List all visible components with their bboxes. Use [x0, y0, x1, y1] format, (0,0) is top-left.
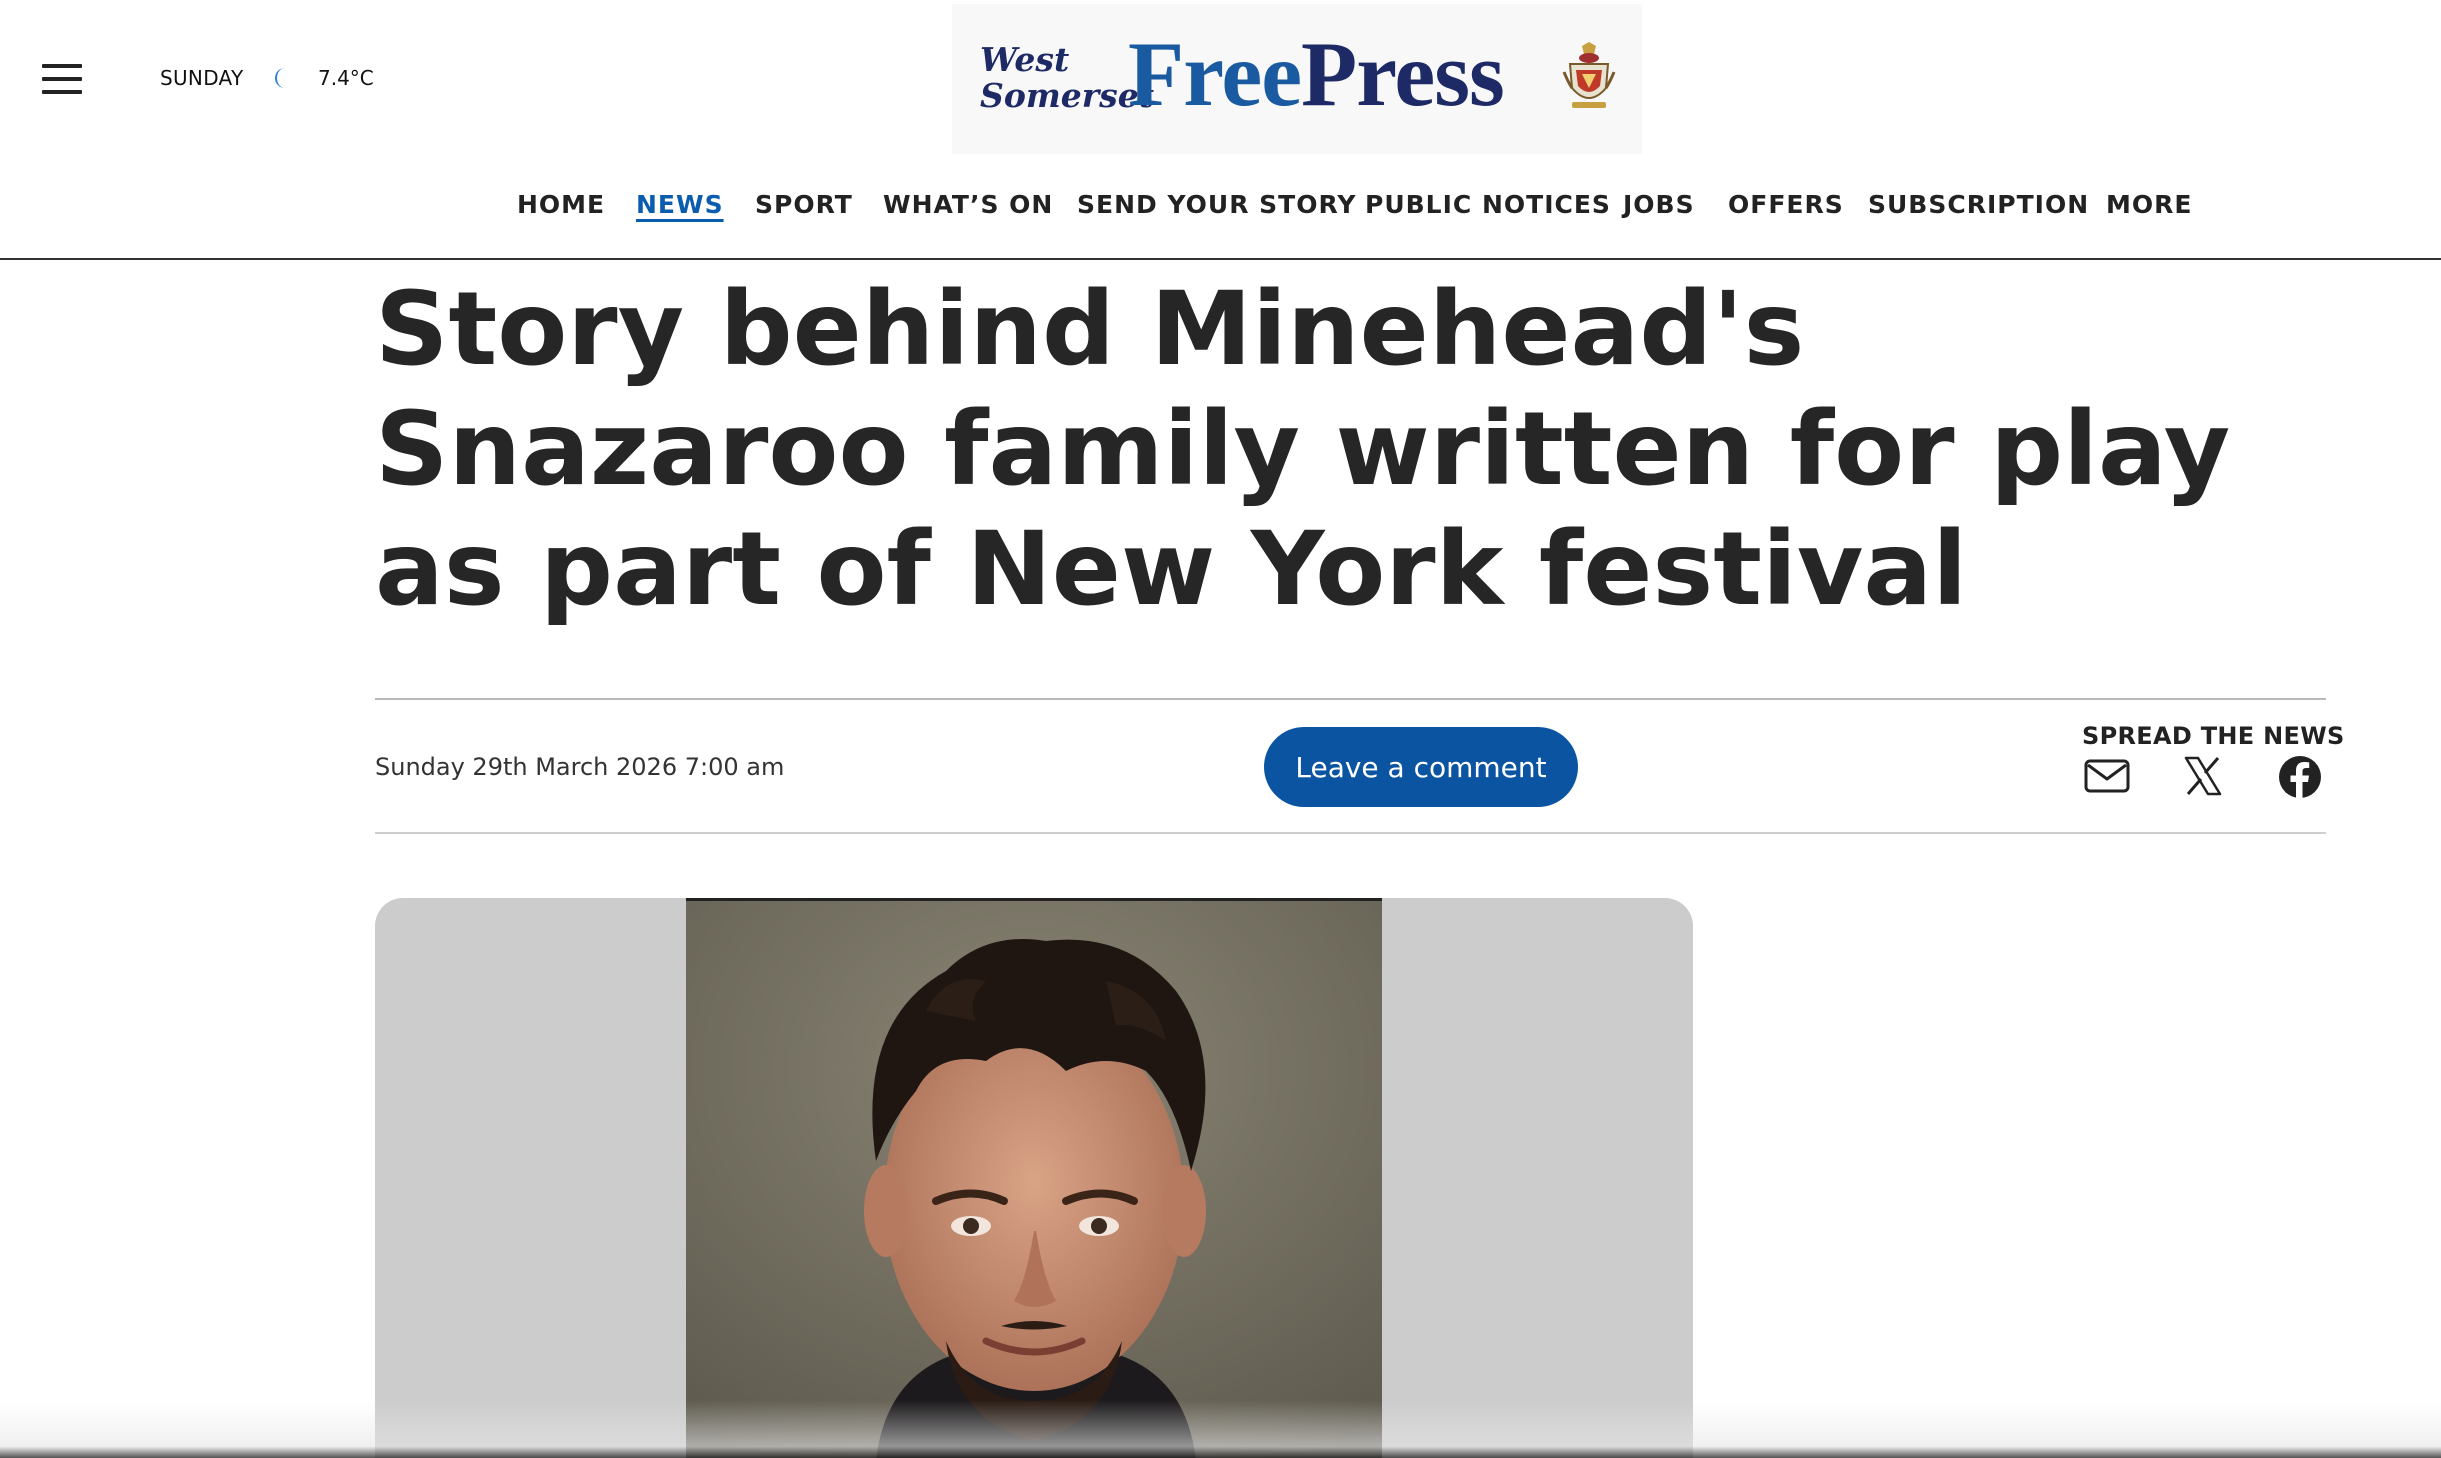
leave-comment-button[interactable]: Leave a comment — [1264, 727, 1578, 807]
meta-divider-top — [375, 698, 2326, 700]
nav-divider — [0, 258, 2441, 260]
nav-whats-on[interactable]: WHAT’S ON — [883, 190, 1053, 219]
moon-icon — [270, 66, 292, 90]
nav-public-notices[interactable]: PUBLIC NOTICES — [1365, 190, 1611, 219]
logo-freepress: FreePress — [1128, 23, 1505, 125]
article-headline: Story behind Minehead's Snazaroo family … — [375, 270, 2231, 629]
facebook-icon[interactable] — [2278, 755, 2324, 799]
temperature: 7.4°C — [318, 66, 374, 90]
menu-button[interactable] — [40, 62, 84, 96]
email-icon[interactable] — [2084, 755, 2130, 797]
site-logo[interactable]: West Somerset FreePress — [952, 4, 1642, 154]
nav-subscription[interactable]: SUBSCRIPTION — [1868, 190, 2089, 219]
nav-offers[interactable]: OFFERS — [1728, 190, 1844, 219]
article-dateline: Sunday 29th March 2026 7:00 am — [375, 753, 785, 781]
nav-news[interactable]: NEWS — [636, 190, 724, 219]
nav-home[interactable]: HOME — [517, 190, 605, 219]
nav-send-your-story[interactable]: SEND YOUR STORY — [1077, 190, 1356, 219]
crest-icon — [1562, 42, 1616, 114]
article-image-frame — [375, 898, 1693, 1458]
day-label: SUNDAY — [160, 66, 244, 90]
share-label: SPREAD THE NEWS — [2082, 722, 2345, 750]
nav-sport[interactable]: SPORT — [755, 190, 853, 219]
article-photo[interactable] — [686, 898, 1382, 1458]
nav-jobs[interactable]: JOBS — [1623, 190, 1695, 219]
main-nav: HOME NEWS SPORT WHAT’S ON SEND YOUR STOR… — [0, 190, 2441, 230]
x-icon[interactable] — [2182, 755, 2228, 797]
meta-divider-bottom — [375, 832, 2326, 834]
nav-more[interactable]: MORE — [2106, 190, 2192, 219]
